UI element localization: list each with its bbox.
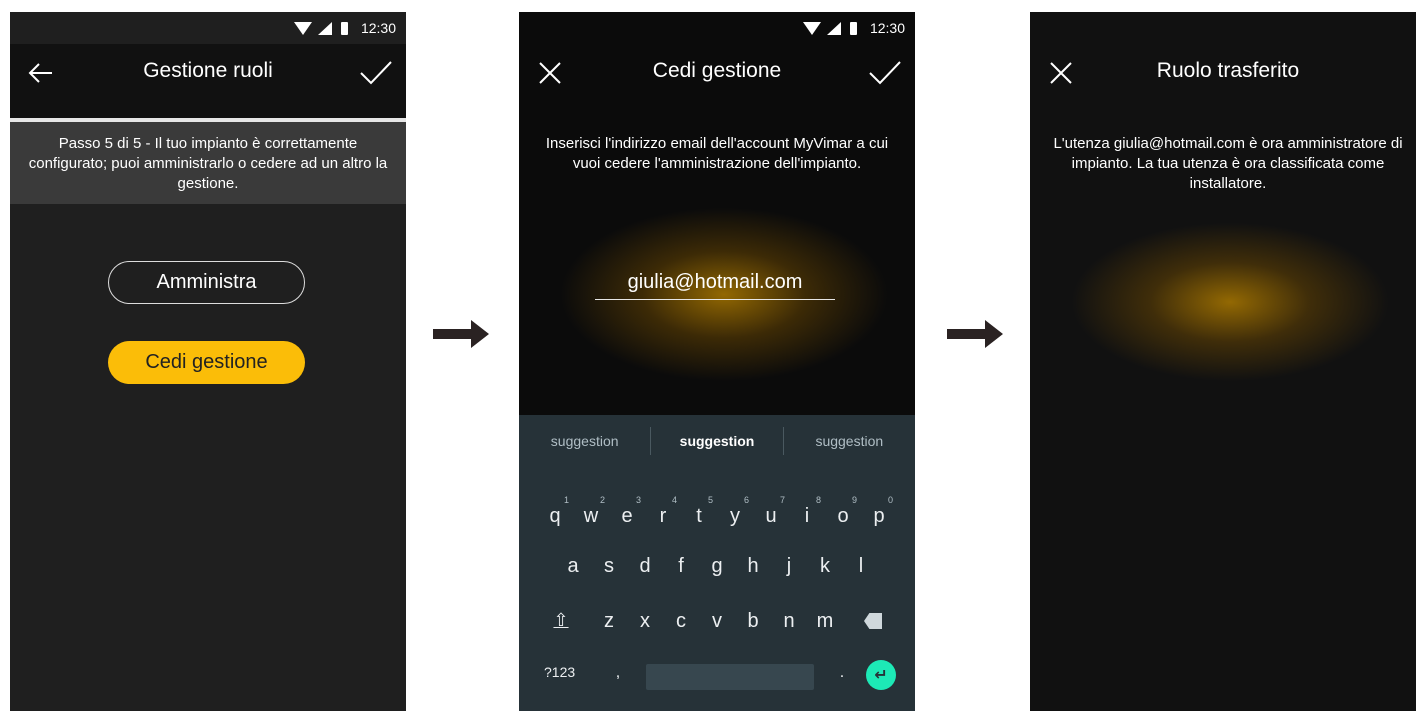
backspace-icon: [864, 613, 882, 629]
symbols-key[interactable]: ?123: [538, 664, 600, 694]
checkmark-icon[interactable]: [867, 58, 903, 88]
key-n[interactable]: n: [771, 610, 807, 635]
key-label: p: [873, 505, 885, 527]
key-hint: 8: [815, 495, 821, 505]
key-e[interactable]: 3e: [609, 495, 645, 528]
key-hint: 2: [599, 495, 605, 505]
key-g[interactable]: g: [699, 555, 735, 578]
enter-key[interactable]: ↵: [866, 660, 896, 690]
page-title: Cedi gestione: [652, 59, 782, 82]
key-p[interactable]: 0p: [861, 495, 897, 528]
transfer-message: L'utenza giulia@hotmail.com è ora ammini…: [1053, 135, 1403, 192]
suggestion-item[interactable]: suggestion: [784, 433, 915, 449]
key-period[interactable]: .: [824, 664, 860, 694]
keyboard-row: ⇧ z x c v b n m: [519, 610, 915, 635]
wifi-icon: [293, 21, 312, 35]
key-label: w: [583, 505, 599, 527]
key-label: r: [659, 505, 667, 527]
battery-icon: [849, 21, 857, 35]
status-bar: 12:30: [519, 12, 915, 44]
key-hint: 6: [743, 495, 749, 505]
key-f[interactable]: f: [663, 555, 699, 578]
enter-icon: ↵: [874, 667, 888, 684]
suggestion-item[interactable]: suggestion: [651, 433, 782, 449]
key-r[interactable]: 4r: [645, 495, 681, 528]
instruction-text: Inserisci l'indirizzo email dell'account…: [545, 135, 889, 172]
key-comma[interactable]: ,: [600, 664, 636, 694]
screen-handover: 12:30 Cedi gestione Inserisci l'indirizz…: [519, 12, 915, 711]
soft-keyboard: 1q 2w 3e 4r 5t 6y 7u 8i 9o 0p a s d f g …: [519, 467, 915, 711]
arrow-right-icon: [947, 320, 1003, 348]
signal-icon: [826, 21, 841, 35]
key-label: u: [765, 505, 777, 527]
administer-button[interactable]: Amministra: [108, 261, 305, 304]
key-y[interactable]: 6y: [717, 495, 753, 528]
background-glow: [1070, 222, 1390, 382]
key-i[interactable]: 8i: [789, 495, 825, 528]
key-label: y: [730, 505, 740, 527]
key-hint: 5: [707, 495, 713, 505]
signal-icon: [317, 21, 332, 35]
app-bar: Cedi gestione: [519, 44, 915, 118]
key-d[interactable]: d: [627, 555, 663, 578]
key-label: q: [549, 505, 561, 527]
wifi-icon: [802, 21, 821, 35]
key-t[interactable]: 5t: [681, 495, 717, 528]
backspace-key[interactable]: [843, 610, 903, 635]
screen-role-transferred: Ruolo trasferito L'utenza giulia@hotmail…: [1030, 12, 1416, 711]
key-label: o: [837, 505, 849, 527]
status-time: 12:30: [360, 20, 396, 36]
key-q[interactable]: 1q: [537, 495, 573, 528]
key-label: i: [804, 505, 810, 527]
key-k[interactable]: k: [807, 555, 843, 578]
shift-icon[interactable]: ⇧: [531, 610, 591, 635]
key-z[interactable]: z: [591, 610, 627, 635]
key-u[interactable]: 7u: [753, 495, 789, 528]
key-label: e: [621, 505, 633, 527]
key-a[interactable]: a: [555, 555, 591, 578]
step-description: Passo 5 di 5 - Il tuo impianto è corrett…: [10, 122, 406, 204]
key-hint: 3: [635, 495, 641, 505]
key-hint: 0: [887, 495, 893, 505]
keyboard-row: a s d f g h j k l: [519, 555, 915, 578]
key-hint: 4: [671, 495, 677, 505]
battery-icon: [340, 21, 348, 35]
key-m[interactable]: m: [807, 610, 843, 635]
status-bar: 12:30: [10, 12, 406, 44]
checkmark-icon[interactable]: [358, 58, 394, 88]
key-v[interactable]: v: [699, 610, 735, 635]
page-title: Ruolo trasferito: [1156, 59, 1300, 82]
key-l[interactable]: l: [843, 555, 879, 578]
suggestion-bar: suggestion suggestion suggestion: [519, 415, 915, 467]
keyboard-row: 1q 2w 3e 4r 5t 6y 7u 8i 9o 0p: [519, 495, 915, 528]
app-bar: Ruolo trasferito: [1030, 44, 1416, 118]
key-c[interactable]: c: [663, 610, 699, 635]
arrow-right-icon: [433, 320, 489, 348]
status-time: 12:30: [869, 20, 905, 36]
key-j[interactable]: j: [771, 555, 807, 578]
handover-button[interactable]: Cedi gestione: [108, 341, 305, 384]
key-w[interactable]: 2w: [573, 495, 609, 528]
key-hint: 7: [779, 495, 785, 505]
key-hint: 9: [851, 495, 857, 505]
suggestion-item[interactable]: suggestion: [519, 433, 650, 449]
key-o[interactable]: 9o: [825, 495, 861, 528]
key-label: t: [696, 505, 702, 527]
key-b[interactable]: b: [735, 610, 771, 635]
key-hint: 1: [563, 495, 569, 505]
key-s[interactable]: s: [591, 555, 627, 578]
screen-role-management: 12:30 Gestione ruoli Passo 5 di 5 - Il t…: [10, 12, 406, 711]
page-title: Gestione ruoli: [143, 59, 273, 82]
key-h[interactable]: h: [735, 555, 771, 578]
key-x[interactable]: x: [627, 610, 663, 635]
keyboard-row: ?123 , . ↵: [519, 660, 915, 694]
app-bar: Gestione ruoli: [10, 44, 406, 118]
space-key[interactable]: [646, 664, 814, 690]
email-input[interactable]: giulia@hotmail.com: [595, 269, 835, 300]
